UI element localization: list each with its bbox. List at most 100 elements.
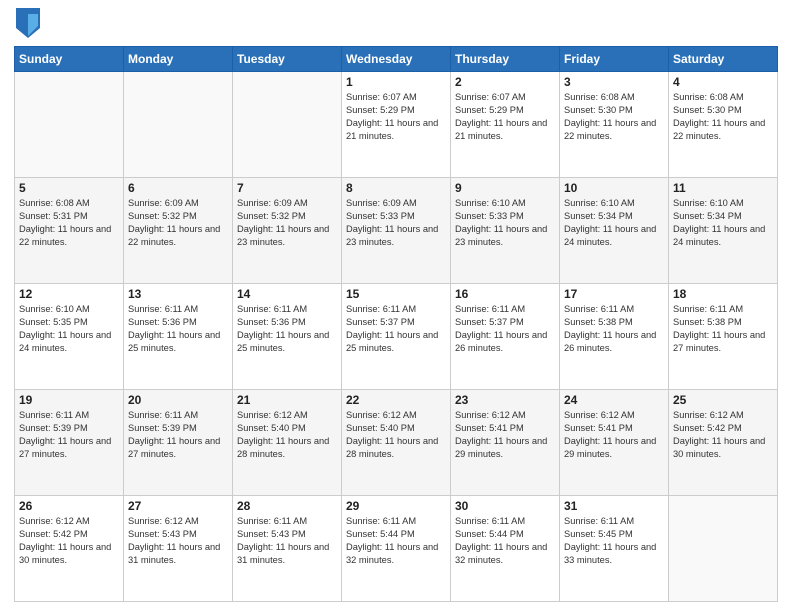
day-number: 11 xyxy=(673,181,773,195)
calendar-cell xyxy=(233,72,342,178)
header xyxy=(14,10,778,38)
day-number: 19 xyxy=(19,393,119,407)
day-info: Sunrise: 6:11 AMSunset: 5:39 PMDaylight:… xyxy=(19,409,119,461)
calendar-cell: 20 Sunrise: 6:11 AMSunset: 5:39 PMDayligh… xyxy=(124,390,233,496)
page: SundayMondayTuesdayWednesdayThursdayFrid… xyxy=(0,0,792,612)
weekday-header-wednesday: Wednesday xyxy=(342,47,451,72)
day-info: Sunrise: 6:10 AMSunset: 5:34 PMDaylight:… xyxy=(564,197,664,249)
day-number: 9 xyxy=(455,181,555,195)
calendar-cell: 15 Sunrise: 6:11 AMSunset: 5:37 PMDayligh… xyxy=(342,284,451,390)
calendar-cell xyxy=(15,72,124,178)
day-info: Sunrise: 6:11 AMSunset: 5:39 PMDaylight:… xyxy=(128,409,228,461)
day-number: 22 xyxy=(346,393,446,407)
day-info: Sunrise: 6:11 AMSunset: 5:38 PMDaylight:… xyxy=(673,303,773,355)
day-info: Sunrise: 6:10 AMSunset: 5:34 PMDaylight:… xyxy=(673,197,773,249)
calendar-cell: 30 Sunrise: 6:11 AMSunset: 5:44 PMDayligh… xyxy=(451,496,560,602)
day-number: 12 xyxy=(19,287,119,301)
day-info: Sunrise: 6:12 AMSunset: 5:41 PMDaylight:… xyxy=(455,409,555,461)
day-info: Sunrise: 6:09 AMSunset: 5:33 PMDaylight:… xyxy=(346,197,446,249)
day-number: 2 xyxy=(455,75,555,89)
day-info: Sunrise: 6:12 AMSunset: 5:42 PMDaylight:… xyxy=(19,515,119,567)
day-info: Sunrise: 6:11 AMSunset: 5:37 PMDaylight:… xyxy=(455,303,555,355)
calendar-cell: 21 Sunrise: 6:12 AMSunset: 5:40 PMDayligh… xyxy=(233,390,342,496)
day-number: 27 xyxy=(128,499,228,513)
day-info: Sunrise: 6:11 AMSunset: 5:44 PMDaylight:… xyxy=(346,515,446,567)
calendar-cell: 29 Sunrise: 6:11 AMSunset: 5:44 PMDayligh… xyxy=(342,496,451,602)
weekday-header-thursday: Thursday xyxy=(451,47,560,72)
day-number: 15 xyxy=(346,287,446,301)
day-info: Sunrise: 6:11 AMSunset: 5:37 PMDaylight:… xyxy=(346,303,446,355)
day-info: Sunrise: 6:09 AMSunset: 5:32 PMDaylight:… xyxy=(237,197,337,249)
day-number: 21 xyxy=(237,393,337,407)
day-number: 23 xyxy=(455,393,555,407)
week-row-2: 5Sunrise: 6:08 AMSunset: 5:31 PMDaylight… xyxy=(15,178,778,284)
calendar-cell: 17 Sunrise: 6:11 AMSunset: 5:38 PMDayligh… xyxy=(560,284,669,390)
day-number: 31 xyxy=(564,499,664,513)
day-number: 24 xyxy=(564,393,664,407)
day-info: Sunrise: 6:08 AMSunset: 5:30 PMDaylight:… xyxy=(564,91,664,143)
day-number: 14 xyxy=(237,287,337,301)
calendar-cell: 5Sunrise: 6:08 AMSunset: 5:31 PMDaylight… xyxy=(15,178,124,284)
calendar-cell: 11 Sunrise: 6:10 AMSunset: 5:34 PMDayligh… xyxy=(669,178,778,284)
day-number: 7 xyxy=(237,181,337,195)
day-info: Sunrise: 6:10 AMSunset: 5:35 PMDaylight:… xyxy=(19,303,119,355)
logo xyxy=(14,10,40,38)
calendar-cell: 26 Sunrise: 6:12 AMSunset: 5:42 PMDayligh… xyxy=(15,496,124,602)
week-row-4: 19 Sunrise: 6:11 AMSunset: 5:39 PMDayligh… xyxy=(15,390,778,496)
calendar-cell: 28 Sunrise: 6:11 AMSunset: 5:43 PMDayligh… xyxy=(233,496,342,602)
logo-icon xyxy=(16,8,40,38)
calendar-cell: 27Sunrise: 6:12 AMSunset: 5:43 PMDayligh… xyxy=(124,496,233,602)
day-number: 28 xyxy=(237,499,337,513)
calendar: SundayMondayTuesdayWednesdayThursdayFrid… xyxy=(14,46,778,602)
day-info: Sunrise: 6:09 AMSunset: 5:32 PMDaylight:… xyxy=(128,197,228,249)
day-number: 26 xyxy=(19,499,119,513)
day-info: Sunrise: 6:07 AMSunset: 5:29 PMDaylight:… xyxy=(455,91,555,143)
weekday-header-friday: Friday xyxy=(560,47,669,72)
calendar-cell: 16 Sunrise: 6:11 AMSunset: 5:37 PMDayligh… xyxy=(451,284,560,390)
calendar-cell: 1 Sunrise: 6:07 AMSunset: 5:29 PMDaylight… xyxy=(342,72,451,178)
weekday-header-tuesday: Tuesday xyxy=(233,47,342,72)
calendar-cell: 18 Sunrise: 6:11 AMSunset: 5:38 PMDayligh… xyxy=(669,284,778,390)
day-number: 5 xyxy=(19,181,119,195)
calendar-cell: 4 Sunrise: 6:08 AMSunset: 5:30 PMDaylight… xyxy=(669,72,778,178)
day-info: Sunrise: 6:12 AMSunset: 5:40 PMDaylight:… xyxy=(237,409,337,461)
day-info: Sunrise: 6:11 AMSunset: 5:38 PMDaylight:… xyxy=(564,303,664,355)
day-info: Sunrise: 6:08 AMSunset: 5:30 PMDaylight:… xyxy=(673,91,773,143)
day-info: Sunrise: 6:07 AMSunset: 5:29 PMDaylight:… xyxy=(346,91,446,143)
day-number: 16 xyxy=(455,287,555,301)
calendar-cell: 12 Sunrise: 6:10 AMSunset: 5:35 PMDayligh… xyxy=(15,284,124,390)
weekday-header-sunday: Sunday xyxy=(15,47,124,72)
day-info: Sunrise: 6:12 AMSunset: 5:41 PMDaylight:… xyxy=(564,409,664,461)
day-number: 1 xyxy=(346,75,446,89)
day-number: 18 xyxy=(673,287,773,301)
calendar-cell: 14Sunrise: 6:11 AMSunset: 5:36 PMDayligh… xyxy=(233,284,342,390)
day-info: Sunrise: 6:11 AMSunset: 5:36 PMDaylight:… xyxy=(128,303,228,355)
day-info: Sunrise: 6:11 AMSunset: 5:43 PMDaylight:… xyxy=(237,515,337,567)
calendar-cell: 19 Sunrise: 6:11 AMSunset: 5:39 PMDayligh… xyxy=(15,390,124,496)
day-number: 4 xyxy=(673,75,773,89)
day-info: Sunrise: 6:10 AMSunset: 5:33 PMDaylight:… xyxy=(455,197,555,249)
day-number: 10 xyxy=(564,181,664,195)
day-number: 13 xyxy=(128,287,228,301)
calendar-cell: 6 Sunrise: 6:09 AMSunset: 5:32 PMDaylight… xyxy=(124,178,233,284)
day-number: 6 xyxy=(128,181,228,195)
day-number: 25 xyxy=(673,393,773,407)
day-info: Sunrise: 6:11 AMSunset: 5:45 PMDaylight:… xyxy=(564,515,664,567)
calendar-cell: 23 Sunrise: 6:12 AMSunset: 5:41 PMDayligh… xyxy=(451,390,560,496)
day-number: 3 xyxy=(564,75,664,89)
day-number: 17 xyxy=(564,287,664,301)
day-number: 30 xyxy=(455,499,555,513)
calendar-cell: 2 Sunrise: 6:07 AMSunset: 5:29 PMDaylight… xyxy=(451,72,560,178)
weekday-header-monday: Monday xyxy=(124,47,233,72)
calendar-cell: 8Sunrise: 6:09 AMSunset: 5:33 PMDaylight… xyxy=(342,178,451,284)
day-info: Sunrise: 6:12 AMSunset: 5:40 PMDaylight:… xyxy=(346,409,446,461)
calendar-cell: 9 Sunrise: 6:10 AMSunset: 5:33 PMDaylight… xyxy=(451,178,560,284)
weekday-header-row: SundayMondayTuesdayWednesdayThursdayFrid… xyxy=(15,47,778,72)
calendar-cell: 31 Sunrise: 6:11 AMSunset: 5:45 PMDayligh… xyxy=(560,496,669,602)
weekday-header-saturday: Saturday xyxy=(669,47,778,72)
day-number: 29 xyxy=(346,499,446,513)
calendar-cell xyxy=(124,72,233,178)
day-info: Sunrise: 6:11 AMSunset: 5:44 PMDaylight:… xyxy=(455,515,555,567)
day-number: 20 xyxy=(128,393,228,407)
calendar-cell: 25Sunrise: 6:12 AMSunset: 5:42 PMDayligh… xyxy=(669,390,778,496)
